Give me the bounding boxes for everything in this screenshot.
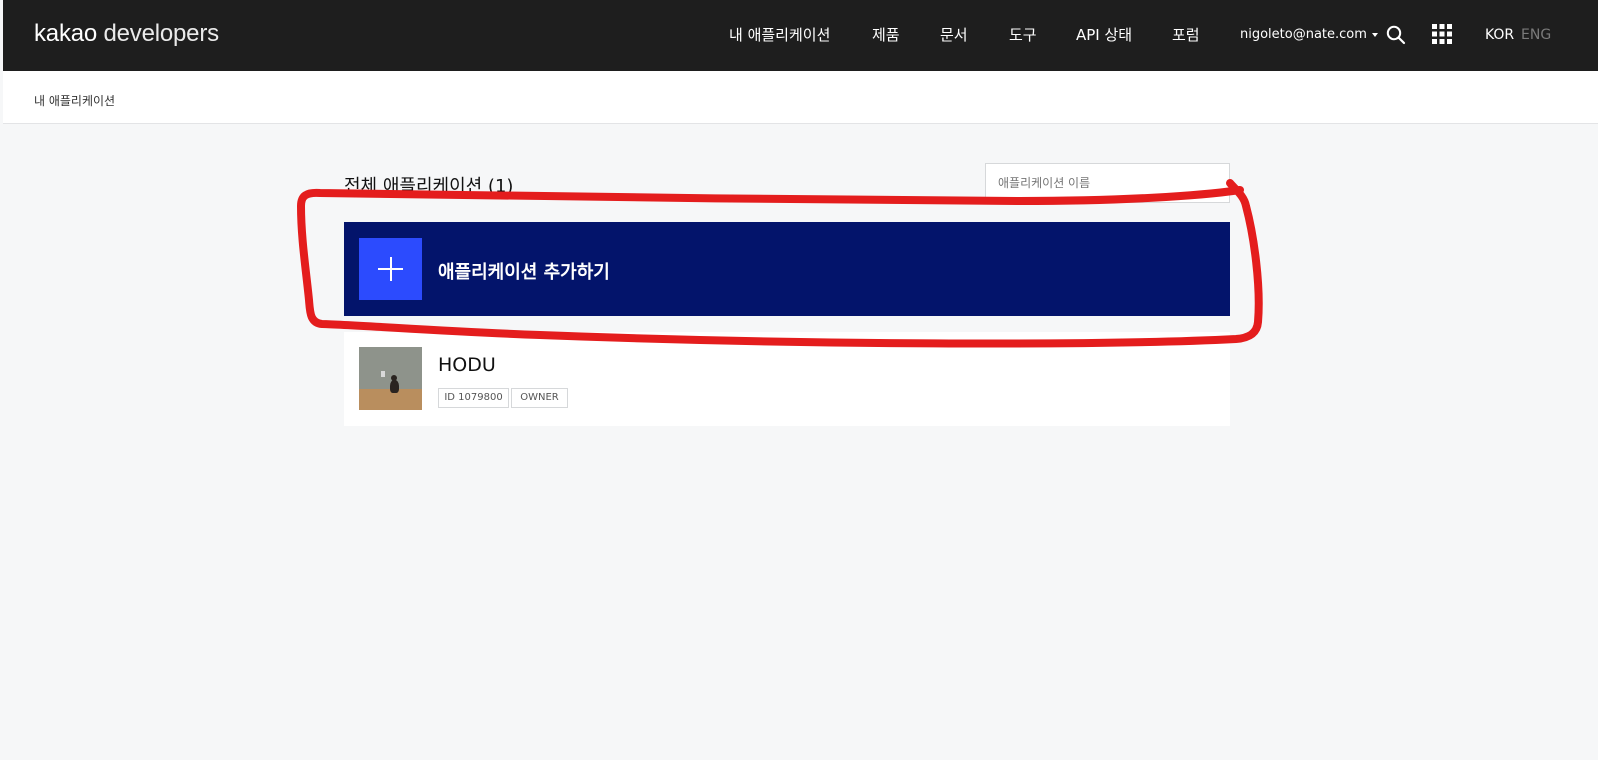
app-search-input[interactable] bbox=[985, 163, 1230, 203]
page-title: 전체 애플리케이션 (1) bbox=[344, 176, 514, 197]
breadcrumb-bar: 내 애플리케이션 bbox=[3, 71, 1598, 124]
user-email: nigoleto@nate.com bbox=[1240, 27, 1367, 42]
nav-tools[interactable]: 도구 bbox=[1009, 24, 1037, 45]
add-application-button[interactable]: 애플리케이션 추가하기 bbox=[344, 222, 1230, 316]
user-menu[interactable]: nigoleto@nate.com bbox=[1240, 27, 1378, 42]
nav-my-applications[interactable]: 내 애플리케이션 bbox=[729, 24, 830, 45]
logo-brand: kakao bbox=[34, 20, 98, 47]
breadcrumb[interactable]: 내 애플리케이션 bbox=[34, 92, 115, 109]
logo-suffix: developers bbox=[103, 20, 220, 47]
search-icon[interactable] bbox=[1386, 25, 1406, 45]
app-id-badge: ID 1079800 bbox=[438, 388, 509, 408]
top-nav-bar: kakao developers 내 애플리케이션 제품 문서 도구 API 상… bbox=[3, 0, 1598, 71]
nav-products[interactable]: 제품 bbox=[872, 24, 900, 45]
app-card[interactable]: HODU ID 1079800 OWNER bbox=[344, 332, 1230, 426]
lang-kor[interactable]: KOR bbox=[1485, 27, 1514, 43]
app-name: HODU bbox=[438, 354, 496, 376]
kakao-developers-logo[interactable]: kakao developers bbox=[34, 20, 219, 48]
app-role-badge: OWNER bbox=[511, 388, 568, 408]
nav-forum[interactable]: 포럼 bbox=[1172, 24, 1200, 45]
add-application-label: 애플리케이션 추가하기 bbox=[438, 262, 610, 283]
page: kakao developers 내 애플리케이션 제품 문서 도구 API 상… bbox=[3, 0, 1598, 760]
nav-docs[interactable]: 문서 bbox=[940, 24, 968, 45]
apps-grid-icon[interactable] bbox=[1432, 24, 1452, 44]
caret-down-icon bbox=[1371, 32, 1378, 37]
app-thumbnail bbox=[359, 347, 422, 410]
plus-icon bbox=[359, 238, 422, 300]
lang-eng[interactable]: ENG bbox=[1521, 27, 1551, 43]
nav-api-status[interactable]: API 상태 bbox=[1076, 24, 1132, 45]
